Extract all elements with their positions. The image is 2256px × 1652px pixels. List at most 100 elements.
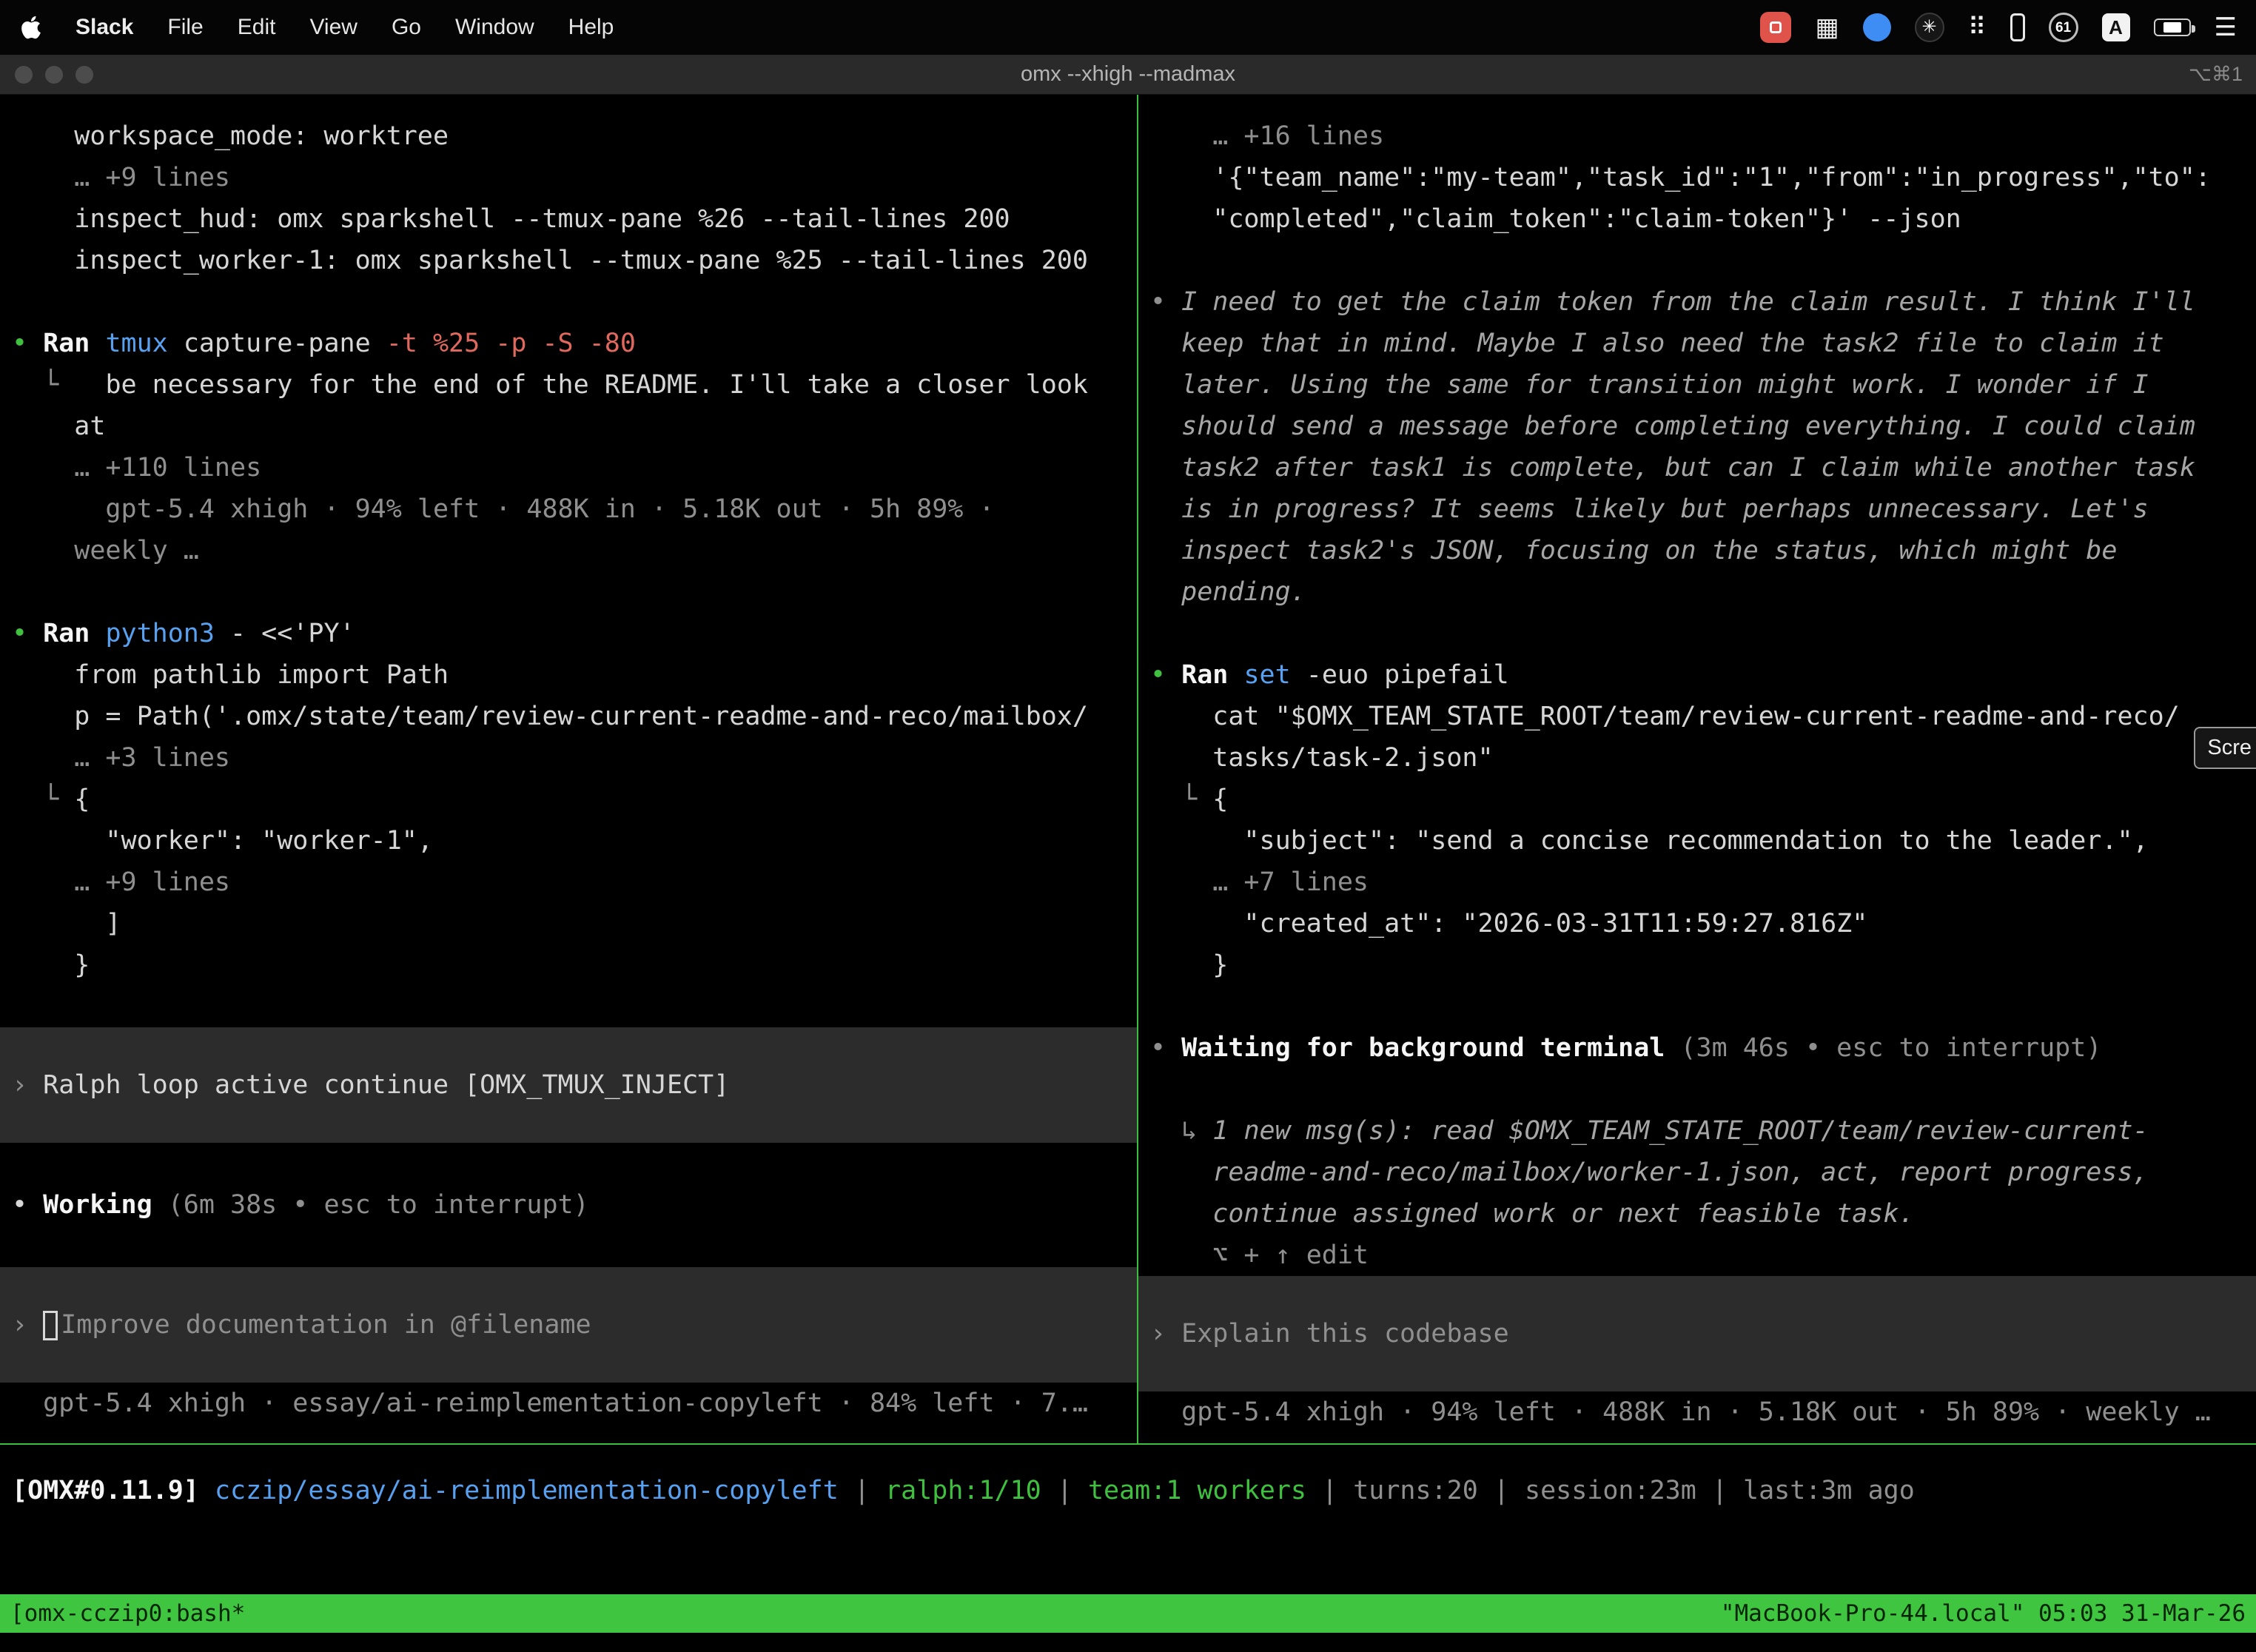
active-app-name[interactable]: Slack [75,15,133,40]
starburst-app-icon[interactable]: ✳ [1915,13,1944,42]
text-segment: • [12,329,43,358]
menu-bar: Slack File Edit View Go Window Help ▦ ✳ ⠿ 61 … [0,0,2256,55]
terminal-line: • Waiting for background terminal (3m 46… [1138,1027,2256,1069]
text-segment: cat "$OMX_TEAM_STATE_ROOT/team/review-cu… [1150,702,2180,731]
menu-view[interactable]: View [309,15,357,39]
text-segment: readme-and-reco/mailbox/worker-1.json, a… [1150,1158,2149,1187]
text-segment: Waiting for background terminal [1181,1033,1680,1063]
text-segment: weekly … [12,536,199,565]
text-segment: be necessary for the end of the README. … [105,370,1088,400]
terminal-line: … +7 lines [1138,862,2256,903]
battery-icon[interactable] [2154,19,2191,36]
window-title-bar[interactable]: omx --xhigh --madmax ⌥⌘1 [0,55,2256,95]
text-segment: • [12,619,43,648]
terminal-line: later. Using the same for transition mig… [1138,364,2256,406]
terminal-line: … +3 lines [0,737,1137,779]
battery-percent-badge-icon[interactable]: 61 [2049,13,2078,42]
text-segment: -t %25 -p -S -80 [386,329,636,358]
text-cursor [43,1311,58,1340]
text-segment: p = Path('.omx/state/team/review-current… [12,702,1088,731]
text-segment: Ralph loop active continue [OMX_TMUX_INJ… [43,1070,729,1100]
minimize-button[interactable] [45,66,63,84]
terminal-line [1138,1069,2256,1110]
prompt-line[interactable]: › Improve documentation in @filename [0,1267,1137,1383]
menubar-status-icons: ▦ ✳ ⠿ 61 A ☰ [1760,12,2237,43]
terminal-line: readme-and-reco/mailbox/worker-1.json, a… [1138,1152,2256,1193]
terminal-line: weekly … [0,530,1137,571]
tmux-session-label: [omx-cczip0:bash* [10,1600,245,1627]
text-segment: … +7 lines [1150,867,1369,897]
terminal-line: } [0,944,1137,986]
text-segment: • [1150,287,1181,317]
text-segment: team:1 workers [1088,1476,1306,1505]
terminal-line [1138,613,2256,654]
menu-bar-left: Slack File Edit View Go Window Help [19,12,648,43]
menu-items: File Edit View Go Window Help [167,15,648,40]
menu-edit[interactable]: Edit [238,15,276,39]
text-segment: › [1150,1319,1181,1349]
stop-square-icon [1770,21,1782,33]
text-segment: { [74,785,90,814]
terminal-line: gpt-5.4 xhigh · essay/ai-reimplementatio… [0,1383,1137,1424]
text-segment: Explain this codebase [1181,1319,1509,1349]
text-segment: inspect task2's JSON, focusing on the st… [1150,536,2117,565]
control-list-icon[interactable]: ☰ [2215,15,2237,40]
terminal-line: "created_at": "2026-03-31T11:59:27.816Z" [1138,903,2256,944]
terminal-line: gpt-5.4 xhigh · 94% left · 488K in · 5.1… [1138,1391,2256,1433]
text-segment: set [1243,660,1306,690]
screen-recording-icon[interactable] [1760,12,1791,43]
apple-menu-icon[interactable] [19,12,46,43]
terminal-line: ] [0,903,1137,944]
text-segment: 1 new msg(s): read $OMX_TEAM_STATE_ROOT/… [1212,1116,2148,1146]
prompt-line[interactable]: › Ralph loop active continue [OMX_TMUX_I… [0,1027,1137,1143]
text-segment: ⌥ + ↑ edit [1150,1240,1369,1270]
zoom-button[interactable] [75,66,93,84]
menu-window[interactable]: Window [455,15,534,39]
traffic-lights [15,55,93,95]
prompt-line[interactable]: › Explain this codebase [1138,1276,2256,1391]
terminal-line [0,1143,1137,1184]
text-segment: (6m 38s • esc to interrupt) [168,1190,589,1220]
text-segment: └ [12,370,105,400]
blue-app-icon[interactable] [1863,13,1891,41]
text-segment: gpt-5.4 xhigh · essay/ai-reimplementatio… [12,1389,1088,1418]
terminal-line: pending. [1138,571,2256,613]
input-source-icon[interactable]: A [2102,13,2130,41]
text-segment: └ [1150,785,1212,814]
terminal-line: inspect_worker-1: omx sparkshell --tmux-… [0,240,1137,281]
text-segment: … +3 lines [12,743,230,773]
terminal: workspace_mode: worktree … +9 lines insp… [0,95,2256,1443]
terminal-line [1138,240,2256,281]
terminal-line: • Ran python3 - <<'PY' [0,613,1137,654]
menu-go[interactable]: Go [392,15,421,39]
terminal-line: • Working (6m 38s • esc to interrupt) [0,1184,1137,1226]
terminal-line [0,1226,1137,1267]
terminal-line [0,281,1137,323]
text-segment: I need to get the claim token from the c… [1181,287,2195,317]
omx-status-pane[interactable]: [OMX#0.11.9] cczip/essay/ai-reimplementa… [0,1443,2256,1594]
text-segment: should send a message before completing … [1150,412,2195,441]
terminal-line: cat "$OMX_TEAM_STATE_ROOT/team/review-cu… [1138,696,2256,737]
battery-tip [2192,25,2195,33]
dots-grid-icon[interactable]: ⠿ [1968,15,1987,40]
text-segment: { [1212,785,1228,814]
terminal-line: ↳ 1 new msg(s): read $OMX_TEAM_STATE_ROO… [1138,1110,2256,1152]
terminal-line: "worker": "worker-1", [0,820,1137,862]
terminal-line: └ { [0,779,1137,820]
text-segment: › [12,1070,43,1100]
grid-app-icon[interactable]: ▦ [1815,15,1839,40]
terminal-line: workspace_mode: worktree [0,115,1137,157]
tmux-pane-left[interactable]: workspace_mode: worktree … +9 lines insp… [0,95,1138,1443]
phone-mirroring-icon[interactable] [2010,13,2025,41]
text-segment: Ran [43,329,105,358]
text-segment: "subject": "send a concise recommendatio… [1150,826,2149,856]
text-segment: } [1150,950,1228,980]
menu-help[interactable]: Help [568,15,614,39]
close-button[interactable] [15,66,33,84]
screen: Slack File Edit View Go Window Help ▦ ✳ ⠿ 61 … [0,0,2256,1652]
text-segment: … +9 lines [12,163,230,192]
terminal-line: └ be necessary for the end of the README… [0,364,1137,406]
tmux-pane-right[interactable]: … +16 lines '{"team_name":"my-team","tas… [1138,95,2256,1443]
menu-file[interactable]: File [167,15,203,39]
terminal-line: └ { [1138,779,2256,820]
